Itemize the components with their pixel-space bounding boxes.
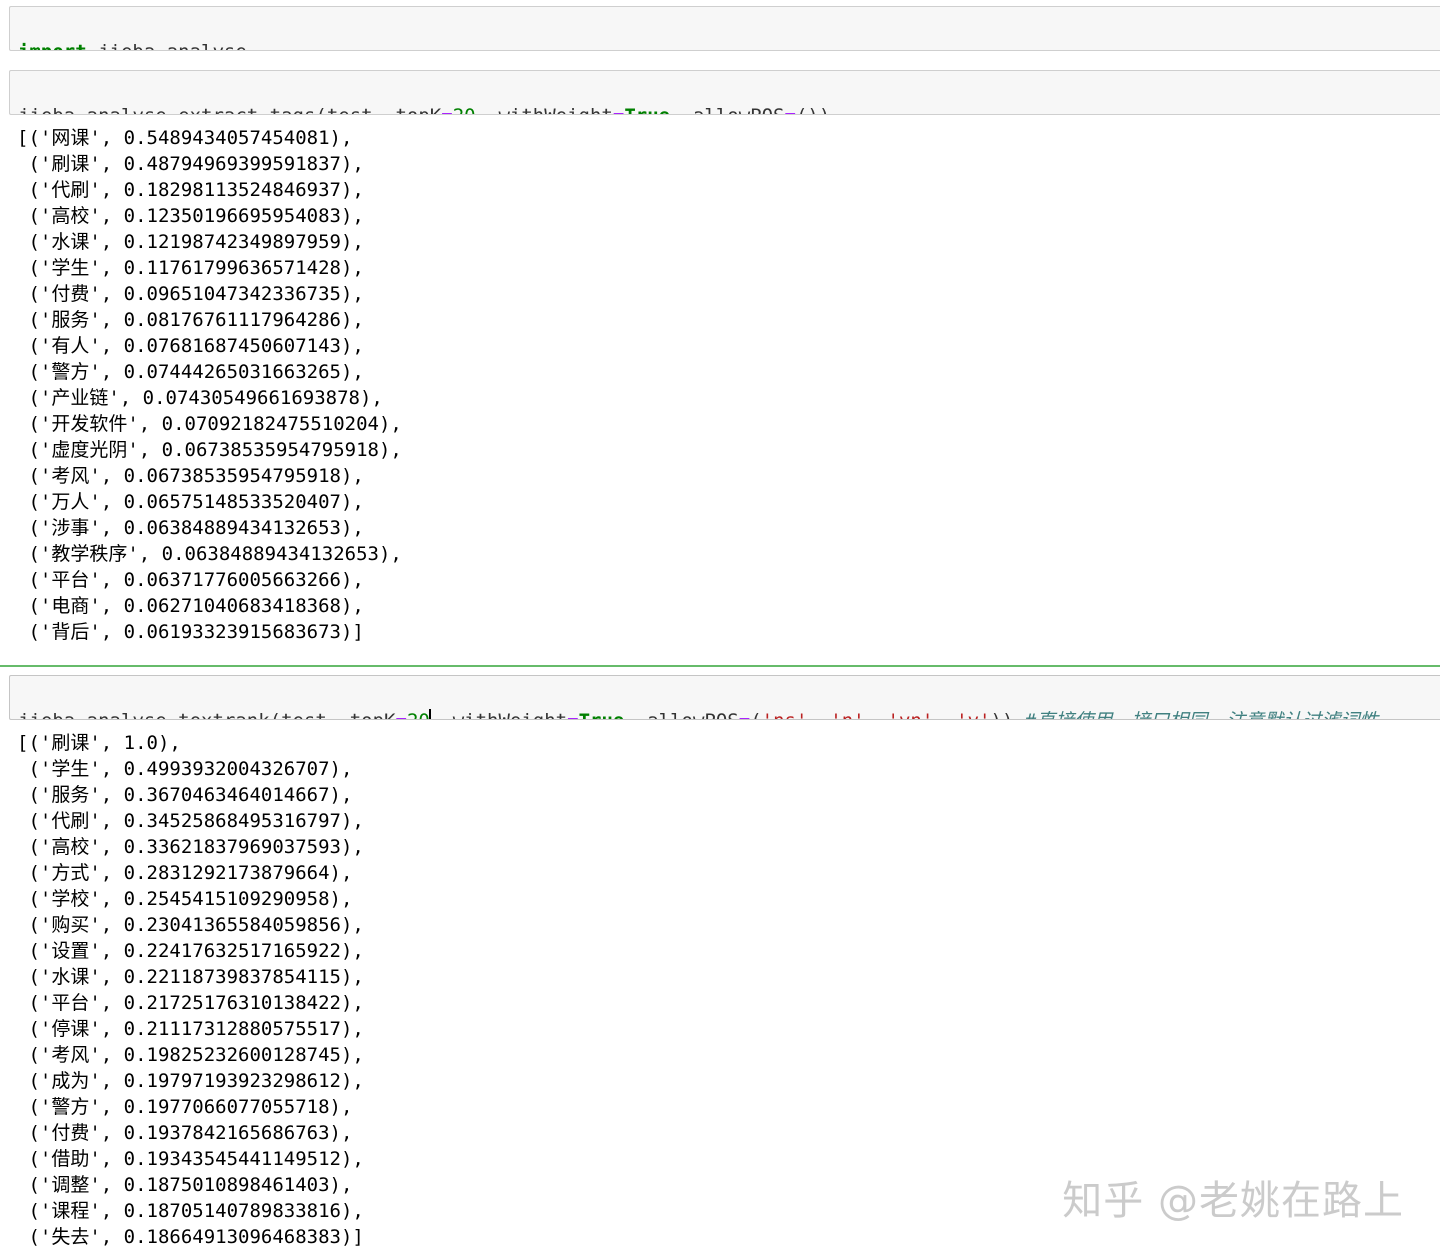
code-text: )) — [991, 710, 1025, 719]
import-keyword: import — [18, 41, 87, 50]
code-operator: = — [396, 710, 407, 719]
code-number: 20 — [407, 710, 430, 719]
code-cell-import[interactable]: import jieba.analyse — [9, 6, 1440, 51]
output-extract-tags: [('网课', 0.5489434057454081), ('刷课', 0.48… — [17, 127, 402, 643]
code-string: 'n' — [830, 710, 864, 719]
code-text: ( — [750, 710, 761, 719]
code-call: jieba.analyse.textrank(test, topK — [18, 710, 396, 719]
code-string: 'v' — [956, 710, 990, 719]
code-text: , allowPOS — [670, 105, 784, 114]
selected-cell-indicator — [0, 665, 1440, 667]
code-string: 'vn' — [888, 710, 934, 719]
code-operator: = — [739, 710, 750, 719]
code-operator: = — [567, 710, 578, 719]
code-comment: #直接使用，接口相同，注意默认过滤词性。 — [1025, 710, 1397, 719]
code-call: jieba.analyse.extract_tags(test, topK — [18, 105, 441, 114]
code-operator: = — [784, 105, 795, 114]
code-text: , — [807, 710, 830, 719]
code-text: ()) — [796, 105, 830, 114]
code-cell-textrank[interactable]: jieba.analyse.textrank(test, topK=20, wi… — [9, 675, 1440, 720]
watermark: 知乎 @老姚在路上 — [1062, 1178, 1404, 1224]
code-text: , — [933, 710, 956, 719]
code-text: , withWeight — [430, 710, 567, 719]
code-operator: = — [613, 105, 624, 114]
code-operator: = — [441, 105, 452, 114]
code-keyword: True — [579, 710, 625, 719]
code-text: , withWeight — [476, 105, 613, 114]
code-cell-extract-tags[interactable]: jieba.analyse.extract_tags(test, topK=20… — [9, 70, 1440, 115]
code-text: , allowPOS — [624, 710, 738, 719]
code-keyword: True — [624, 105, 670, 114]
code-string: 'ns' — [762, 710, 808, 719]
module-name: jieba.analyse — [87, 41, 247, 50]
code-text: , — [865, 710, 888, 719]
code-number: 20 — [453, 105, 476, 114]
